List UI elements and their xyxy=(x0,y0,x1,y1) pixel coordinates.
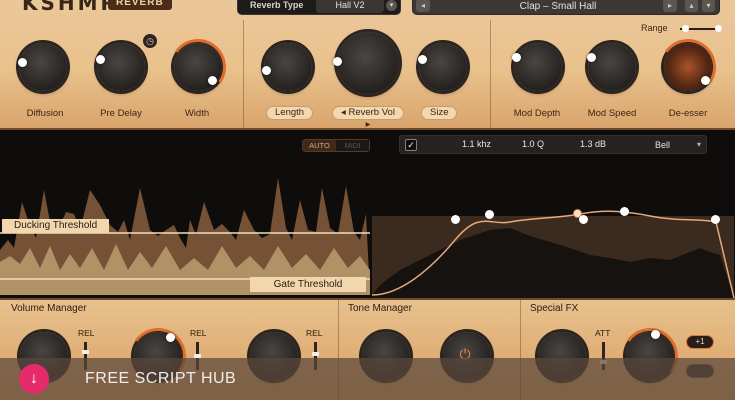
eq-band-node[interactable] xyxy=(711,215,720,224)
rel-label: REL xyxy=(306,328,323,338)
auto-midi-toggle[interactable]: AUTO MIDI xyxy=(302,139,370,152)
pre-delay-knob[interactable] xyxy=(97,43,145,91)
eq-gain[interactable]: 1.3 dB xyxy=(580,139,606,149)
gate-threshold-label[interactable]: Gate Threshold xyxy=(250,277,366,292)
volume-manager-title: Volume Manager xyxy=(11,303,87,314)
size-knob-indicator xyxy=(418,55,427,64)
brand-logo: KSHMR xyxy=(22,0,119,15)
tone-manager-title: Tone Manager xyxy=(348,303,412,314)
special-fx-knob-2-indicator xyxy=(651,330,660,339)
plus-one-button[interactable]: +1 xyxy=(686,335,714,349)
reverb-type-label: Reverb Type xyxy=(250,0,304,10)
preset-prev-icon[interactable]: ◂ xyxy=(416,0,430,12)
eq-band-node[interactable] xyxy=(451,215,460,224)
range-min-handle[interactable] xyxy=(682,25,689,32)
eq-type-select[interactable]: Bell ▾ xyxy=(655,138,705,152)
de-esser-label: De-esser xyxy=(668,108,708,119)
divider xyxy=(243,20,244,128)
reverb-type-selector[interactable]: Reverb Type Hall V2 ▾ xyxy=(237,0,401,15)
reverb-type-value[interactable]: Hall V2 xyxy=(316,0,384,13)
range-max-handle[interactable] xyxy=(715,25,722,32)
width-label: Width xyxy=(184,108,210,119)
reverb-vol-knob-indicator xyxy=(333,57,342,66)
eq-band-node[interactable] xyxy=(620,207,629,216)
ducking-threshold-label[interactable]: Ducking Threshold xyxy=(2,219,110,233)
midi-button[interactable]: MIDI xyxy=(336,140,369,151)
mod-speed-knob[interactable] xyxy=(588,43,636,91)
de-esser-knob-indicator xyxy=(701,76,710,85)
reverb-vol-selector[interactable]: ◂ Reverb Vol ▸ xyxy=(332,106,404,130)
divider xyxy=(490,20,491,128)
mod-speed-knob-indicator xyxy=(587,53,596,62)
eq-band-node[interactable] xyxy=(485,210,494,219)
att-label: ATT xyxy=(595,328,611,338)
diffusion-knob-indicator xyxy=(18,58,27,67)
preset-browser[interactable]: ◂ Clap – Small Hall ▸ ▴ ▾ xyxy=(412,0,720,15)
watermark-text: FREE SCRIPT HUB xyxy=(85,370,237,387)
preset-menu-icon[interactable]: ▾ xyxy=(702,0,715,12)
eq-band-node[interactable] xyxy=(579,215,588,224)
clock-icon[interactable]: ◷ xyxy=(143,34,157,48)
rel-fader-handle[interactable] xyxy=(312,352,319,356)
eq-frequency[interactable]: 1.1 khz xyxy=(462,139,491,149)
rel-label: REL xyxy=(190,328,207,338)
diffusion-knob[interactable] xyxy=(19,43,67,91)
range-label: Range xyxy=(641,23,668,33)
rel-fader-handle[interactable] xyxy=(82,350,89,354)
rel-label: REL xyxy=(78,328,95,338)
special-fx-title: Special FX xyxy=(530,303,579,314)
auto-button[interactable]: AUTO xyxy=(303,140,336,151)
brand-badge: REVERB xyxy=(108,0,172,10)
mod-depth-knob[interactable] xyxy=(514,43,562,91)
eq-type-value: Bell xyxy=(655,140,671,150)
eq-parameter-bar: ✓ 1.1 khz 1.0 Q 1.3 dB Bell ▾ xyxy=(399,135,707,154)
preset-next-icon[interactable]: ▸ xyxy=(663,0,677,12)
chevron-down-icon: ▾ xyxy=(696,140,701,149)
preset-name[interactable]: Clap – Small Hall xyxy=(433,0,683,14)
length-knob[interactable] xyxy=(264,43,312,91)
reverb-vol-knob[interactable] xyxy=(337,32,399,94)
mod-depth-knob-indicator xyxy=(512,53,521,62)
pre-delay-knob-indicator xyxy=(96,55,105,64)
length-knob-indicator xyxy=(262,66,271,75)
download-icon[interactable]: ↓ xyxy=(19,364,49,394)
eq-q[interactable]: 1.0 Q xyxy=(522,139,544,149)
width-knob-indicator xyxy=(208,76,217,85)
eq-enable-checkbox[interactable]: ✓ xyxy=(405,139,417,151)
length-label[interactable]: Length xyxy=(266,106,314,120)
size-knob[interactable] xyxy=(419,43,467,91)
size-label[interactable]: Size xyxy=(421,106,458,120)
chevron-down-icon[interactable]: ▾ xyxy=(386,0,397,11)
volume-knob-2-indicator xyxy=(166,333,175,342)
save-preset-icon[interactable]: ▴ xyxy=(685,0,698,12)
